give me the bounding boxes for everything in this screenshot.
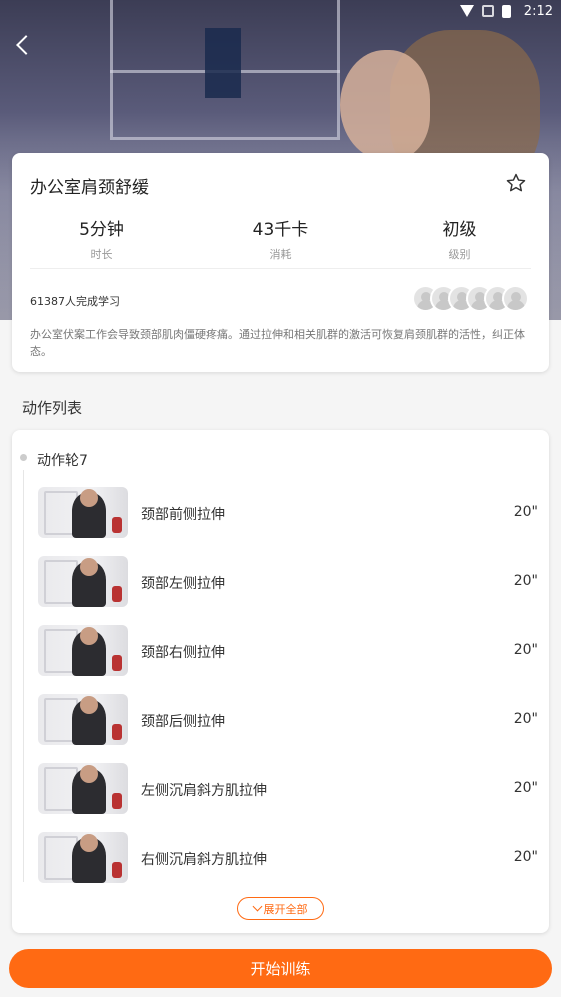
battery-icon <box>502 5 511 18</box>
learner-count: 61387人完成学习 <box>30 295 120 308</box>
exercise-duration: 20" <box>513 504 538 520</box>
course-stats: 5分钟 时长 43千卡 消耗 初级 级别 <box>12 215 549 262</box>
no-signal-icon <box>482 5 494 17</box>
exercise-item[interactable]: 颈部右侧拉伸 20" <box>38 625 538 677</box>
course-description: 办公室伏案工作会导致颈部肌肉僵硬疼痛。通过拉伸和相关肌群的激活可恢复肩颈肌群的活… <box>30 328 525 358</box>
round-title: 动作轮7 <box>37 453 88 469</box>
stat-value: 43千卡 <box>252 220 309 240</box>
exercise-thumbnail <box>38 832 128 883</box>
course-title: 办公室肩颈舒缓 <box>30 178 149 198</box>
section-title: 动作列表 <box>22 399 83 417</box>
course-info-card: 办公室肩颈舒缓 5分钟 时长 43千卡 消耗 初级 级别 61387人完成学习 … <box>12 153 549 372</box>
stat-level: 初级 级别 <box>370 215 549 262</box>
stat-label: 时长 <box>90 248 113 261</box>
stat-duration: 5分钟 时长 <box>12 215 191 262</box>
exercise-item[interactable]: 右侧沉肩斜方肌拉伸 20" <box>38 832 538 884</box>
exercise-list-card: 动作轮7 颈部前侧拉伸 20" 颈部左侧拉伸 20" 颈部右侧拉伸 20" 颈部… <box>12 430 549 933</box>
exercise-thumbnail <box>38 694 128 745</box>
exercise-name: 颈部左侧拉伸 <box>141 576 225 592</box>
exercise-item[interactable]: 颈部后侧拉伸 20" <box>38 694 538 746</box>
exercise-thumbnail <box>38 556 128 607</box>
learner-avatars[interactable] <box>412 285 529 312</box>
exercise-duration: 20" <box>513 849 538 865</box>
exercise-duration: 20" <box>513 642 538 658</box>
exercise-name: 颈部前侧拉伸 <box>141 507 225 523</box>
start-training-button[interactable]: 开始训练 <box>9 949 552 988</box>
exercise-duration: 20" <box>513 780 538 796</box>
exercise-thumbnail <box>38 625 128 676</box>
stat-value: 5分钟 <box>79 220 124 240</box>
divider <box>30 268 531 269</box>
status-bar: 2:12 <box>0 0 561 24</box>
stat-label: 消耗 <box>269 248 292 261</box>
round-dot <box>20 454 27 461</box>
exercise-name: 左侧沉肩斜方肌拉伸 <box>141 783 267 799</box>
exercise-thumbnail <box>38 763 128 814</box>
exercise-item[interactable]: 颈部前侧拉伸 20" <box>38 487 538 539</box>
exercise-thumbnail <box>38 487 128 538</box>
star-outline-icon[interactable] <box>505 172 527 194</box>
exercise-duration: 20" <box>513 711 538 727</box>
exercise-name: 颈部右侧拉伸 <box>141 645 225 661</box>
expand-all-label: 展开全部 <box>263 902 308 916</box>
stat-calories: 43千卡 消耗 <box>191 215 370 262</box>
start-training-label: 开始训练 <box>250 960 311 978</box>
exercise-name: 右侧沉肩斜方肌拉伸 <box>141 852 267 868</box>
wifi-icon <box>460 5 474 17</box>
stat-value: 初级 <box>442 220 477 240</box>
chevron-down-icon <box>252 901 262 912</box>
exercise-item[interactable]: 左侧沉肩斜方肌拉伸 20" <box>38 763 538 815</box>
stat-label: 级别 <box>448 248 471 261</box>
expand-all-button[interactable]: 展开全部 <box>237 897 324 920</box>
exercise-duration: 20" <box>513 573 538 589</box>
round-timeline <box>23 470 24 882</box>
status-time: 2:12 <box>523 4 553 19</box>
exercise-name: 颈部后侧拉伸 <box>141 714 225 730</box>
exercise-item[interactable]: 颈部左侧拉伸 20" <box>38 556 538 608</box>
avatar <box>502 285 529 312</box>
back-button[interactable] <box>14 36 32 54</box>
